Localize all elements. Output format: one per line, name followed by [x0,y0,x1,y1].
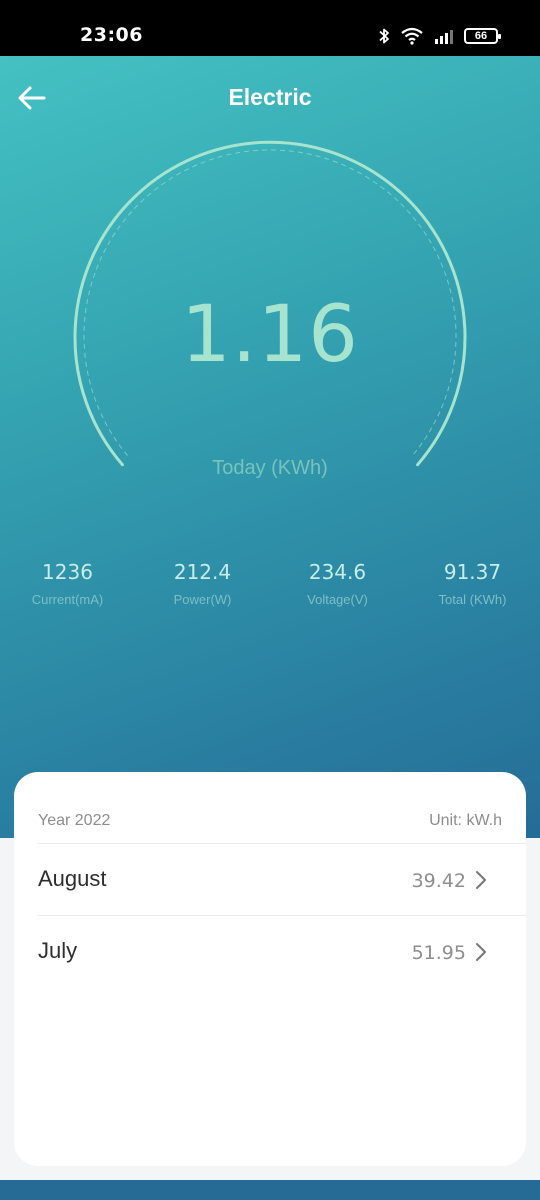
battery-icon: 66 [464,28,501,44]
stat-value: 1236 [42,560,93,584]
stat-value: 234.6 [308,560,367,584]
stat-power: 212.4 Power(W) [135,560,270,607]
bluetooth-icon [379,28,389,44]
stat-label: Total (KWh) [438,592,507,607]
stat-current: 1236 Current(mA) [0,560,135,607]
month-value: 39.42 [411,870,466,892]
status-bar: 23:06 66 [0,0,540,56]
history-year: Year 2022 [38,812,111,829]
status-icons: 66 [378,26,501,46]
history-header: Year 2022 Unit: kW.h [38,812,502,844]
month-name: July [38,938,78,963]
chevron-right-icon [476,871,486,889]
today-energy-label: Today (KWh) [212,457,328,479]
month-value: 51.95 [411,942,466,964]
stat-label: Power(W) [173,592,232,607]
month-row-august[interactable]: August 39.42 [38,844,506,914]
today-energy-value: 1.16 [181,290,359,380]
stat-label: Voltage(V) [307,592,368,607]
stat-value: 212.4 [173,560,232,584]
stat-label: Current(mA) [31,592,104,607]
stat-voltage: 234.6 Voltage(V) [270,560,405,607]
month-name: August [38,866,107,891]
bottom-strip [0,1180,540,1200]
battery-level: 66 [474,30,488,42]
month-row-july[interactable]: July 51.95 [38,916,506,986]
page-title: Electric [228,84,312,110]
stats-row: 1236 Current(mA) 212.4 Power(W) 234.6 Vo… [0,560,540,620]
signal-icon [435,30,453,44]
stat-total: 91.37 Total (KWh) [405,560,540,607]
stat-value: 91.37 [443,560,502,584]
status-time: 23:06 [80,24,143,46]
screen: 23:06 66 Electric 1.16 Today (KWh) 1236 … [0,0,540,1200]
history-card: Year 2022 Unit: kW.h August 39.42 July 5… [14,772,526,1166]
history-unit: Unit: kW.h [429,812,502,829]
chevron-right-icon [476,943,486,961]
wifi-icon [401,27,423,45]
